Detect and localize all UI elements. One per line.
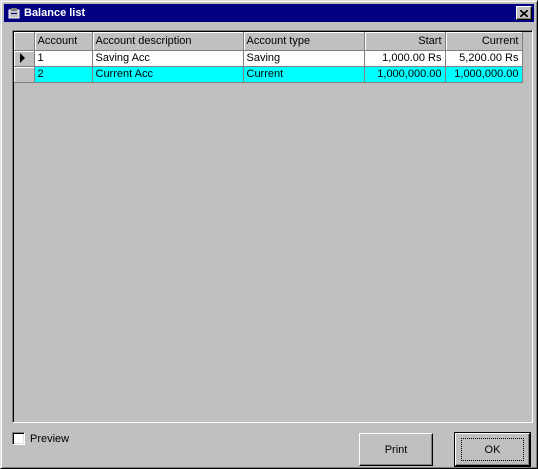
print-button[interactable]: Print xyxy=(359,433,433,466)
table-row[interactable]: 2 Current Acc Current 1,000,000.00 1,000… xyxy=(14,66,523,83)
column-header-type[interactable]: Account type xyxy=(243,32,365,51)
cell-account[interactable]: 2 xyxy=(34,66,93,83)
cell-account[interactable]: 1 xyxy=(34,50,93,67)
header-row: Account Account description Account type… xyxy=(14,32,523,51)
title-bar[interactable]: Balance list xyxy=(4,4,534,22)
preview-label: Preview xyxy=(30,432,70,445)
preview-option[interactable]: Preview xyxy=(12,432,69,445)
column-header-account[interactable]: Account xyxy=(34,32,93,51)
close-icon xyxy=(520,9,528,17)
row-selector[interactable] xyxy=(14,50,35,67)
column-header-start[interactable]: Start xyxy=(364,32,446,51)
cell-description[interactable]: Saving Acc xyxy=(92,50,244,67)
table-row[interactable]: 1 Saving Acc Saving 1,000.00 Rs 5,200.00… xyxy=(14,50,523,67)
close-button[interactable] xyxy=(516,6,532,20)
row-selector-header xyxy=(14,32,35,51)
window-title: Balance list xyxy=(24,7,86,19)
cell-type[interactable]: Saving xyxy=(243,50,365,67)
balance-list-window: Balance list Account Account description… xyxy=(0,0,538,469)
column-header-description[interactable]: Account description xyxy=(92,32,244,51)
cell-current[interactable]: 5,200.00 Rs xyxy=(445,50,523,67)
ok-button-label: OK xyxy=(484,443,501,456)
ok-button[interactable]: OK xyxy=(454,432,531,467)
cell-type[interactable]: Current xyxy=(243,66,365,83)
app-icon xyxy=(8,8,20,19)
column-header-current[interactable]: Current xyxy=(445,32,523,51)
balance-table: Account Account description Account type… xyxy=(14,32,523,83)
row-selector[interactable] xyxy=(14,66,35,83)
cell-current[interactable]: 1,000,000.00 xyxy=(445,66,523,83)
preview-checkbox[interactable] xyxy=(12,432,25,445)
print-button-label: Print xyxy=(384,443,408,456)
cell-description[interactable]: Current Acc xyxy=(92,66,244,83)
ok-focus-rect: OK xyxy=(461,438,524,461)
cell-start[interactable]: 1,000.00 Rs xyxy=(364,50,446,67)
cell-start[interactable]: 1,000,000.00 xyxy=(364,66,446,83)
balance-grid[interactable]: Account Account description Account type… xyxy=(12,30,533,423)
current-row-arrow-icon xyxy=(20,53,25,63)
